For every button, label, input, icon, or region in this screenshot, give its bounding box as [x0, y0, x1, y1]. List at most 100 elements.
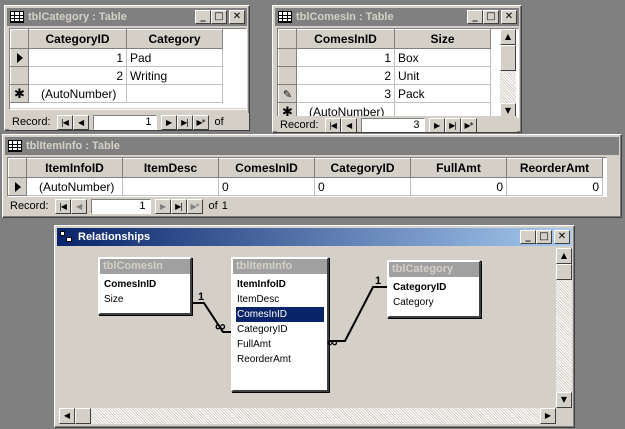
field-list-category[interactable]: tblCategory CategoryID Category — [387, 260, 481, 318]
field-item[interactable]: ItemDesc — [236, 292, 324, 307]
iteminfo-title-bar[interactable]: tblItemInfo : Table — [5, 137, 619, 155]
first-record-button[interactable]: |◀ — [324, 117, 341, 132]
column-header-comesinid[interactable]: ComesInID — [296, 29, 395, 49]
table-row[interactable]: 1 Pad — [10, 48, 223, 67]
cell[interactable]: 0 — [218, 177, 315, 196]
column-header-categoryid[interactable]: CategoryID — [314, 158, 411, 178]
cell[interactable]: Unit — [394, 66, 491, 85]
cell[interactable]: 2 — [28, 66, 127, 85]
field-item[interactable]: ItemInfoID — [236, 277, 324, 292]
last-record-button[interactable]: ▶| — [444, 117, 461, 132]
select-all-corner[interactable] — [8, 158, 27, 178]
horizontal-scrollbar[interactable]: ◀ ▶ — [59, 408, 556, 424]
category-title-bar[interactable]: tblCategory : Table _ □ ✕ — [7, 8, 247, 26]
record-selector[interactable]: ✱ — [10, 84, 29, 103]
scroll-up-button[interactable]: ▲ — [556, 248, 572, 264]
cell[interactable]: 0 — [410, 177, 507, 196]
vertical-scrollbar[interactable]: ▲ ▼ — [556, 248, 572, 408]
table-row[interactable]: 1 Box — [278, 48, 491, 67]
next-record-button[interactable]: ▶ — [154, 198, 171, 214]
table-row[interactable]: 2 Writing — [10, 66, 223, 85]
column-header-fullamt[interactable]: FullAmt — [410, 158, 507, 178]
cell[interactable]: Box — [394, 48, 491, 67]
scroll-right-button[interactable]: ▶ — [540, 408, 556, 424]
maximize-button[interactable]: □ — [536, 230, 552, 244]
first-record-button[interactable]: |◀ — [54, 198, 71, 214]
cell[interactable] — [126, 84, 223, 103]
scroll-thumb[interactable] — [75, 408, 91, 424]
column-header-comesinid[interactable]: ComesInID — [218, 158, 315, 178]
cell[interactable]: 2 — [296, 66, 395, 85]
vertical-scrollbar[interactable]: ▲ ▼ — [500, 29, 516, 117]
close-button[interactable]: ✕ — [229, 10, 245, 24]
relationships-canvas[interactable]: tblComesIn ComesInID Size tblItemInfo It… — [59, 248, 556, 408]
column-header-category[interactable]: Category — [126, 29, 223, 49]
scroll-up-button[interactable]: ▲ — [500, 29, 516, 45]
first-record-button[interactable]: |◀ — [56, 114, 73, 130]
relationships-title-bar[interactable]: Relationships _ □ ✕ — [57, 228, 572, 246]
new-record-button[interactable]: ▶* — [460, 117, 477, 132]
column-header-size[interactable]: Size — [394, 29, 491, 49]
field-item[interactable]: CategoryID — [236, 322, 324, 337]
record-selector[interactable] — [10, 48, 29, 67]
comesin-title-bar[interactable]: tblComesIn : Table _ □ ✕ — [275, 8, 519, 26]
scroll-down-button[interactable]: ▼ — [556, 392, 572, 408]
record-selector[interactable] — [278, 48, 297, 67]
close-button[interactable]: ✕ — [501, 10, 517, 24]
cell[interactable]: 0 — [506, 177, 603, 196]
field-item[interactable]: Category — [392, 295, 476, 310]
minimize-button[interactable]: _ — [467, 10, 483, 24]
table-row[interactable]: ✱ (AutoNumber) — [10, 84, 223, 103]
cell[interactable]: 1 — [296, 48, 395, 67]
record-number-input[interactable]: 1 — [92, 114, 157, 130]
next-record-button[interactable]: ▶ — [160, 114, 177, 130]
field-item[interactable]: Size — [103, 292, 187, 307]
cell[interactable] — [122, 177, 219, 196]
record-number-input[interactable]: 1 — [90, 198, 151, 214]
field-item[interactable]: FullAmt — [236, 337, 324, 352]
cell[interactable]: 0 — [314, 177, 411, 196]
table-row[interactable]: 2 Unit — [278, 66, 491, 85]
record-selector[interactable] — [278, 66, 297, 85]
next-record-button[interactable]: ▶ — [428, 117, 445, 132]
cell[interactable]: 3 — [296, 84, 395, 103]
select-all-corner[interactable] — [10, 29, 29, 49]
close-button[interactable]: ✕ — [554, 230, 570, 244]
cell[interactable]: 1 — [28, 48, 127, 67]
record-selector[interactable]: ✎ — [278, 84, 297, 103]
last-record-button[interactable]: ▶| — [176, 114, 193, 130]
column-header-categoryid[interactable]: CategoryID — [28, 29, 127, 49]
maximize-button[interactable]: □ — [211, 10, 227, 24]
previous-record-button[interactable]: ◀ — [70, 198, 87, 214]
table-row[interactable]: (AutoNumber) 0 0 0 0 — [8, 177, 603, 196]
scroll-thumb[interactable] — [500, 45, 516, 71]
maximize-button[interactable]: □ — [483, 10, 499, 24]
record-number-input[interactable]: 3 — [360, 117, 425, 132]
minimize-button[interactable]: _ — [520, 230, 536, 244]
cell[interactable]: (AutoNumber) — [28, 84, 127, 103]
column-header-reorderamt[interactable]: ReorderAmt — [506, 158, 603, 178]
record-selector[interactable] — [10, 66, 29, 85]
record-selector[interactable] — [8, 177, 27, 196]
field-list-title[interactable]: tblCategory — [389, 262, 479, 277]
previous-record-button[interactable]: ◀ — [72, 114, 89, 130]
scroll-left-button[interactable]: ◀ — [59, 408, 75, 424]
cell[interactable]: Writing — [126, 66, 223, 85]
new-record-button[interactable]: ▶* — [192, 114, 209, 130]
field-item[interactable]: CategoryID — [392, 280, 476, 295]
cell[interactable]: (AutoNumber) — [26, 177, 123, 196]
field-item[interactable]: ComesInID — [103, 277, 187, 292]
minimize-button[interactable]: _ — [195, 10, 211, 24]
column-header-iteminfoid[interactable]: ItemInfoID — [26, 158, 123, 178]
field-list-iteminfo[interactable]: tblItemInfo ItemInfoID ItemDesc ComesInI… — [231, 257, 329, 392]
new-record-button[interactable]: ▶* — [186, 198, 203, 214]
table-row[interactable]: ✎ 3 Pack — [278, 84, 491, 103]
field-list-title[interactable]: tblItemInfo — [233, 259, 327, 274]
field-item[interactable]: ReorderAmt — [236, 352, 324, 367]
field-list-comesin[interactable]: tblComesIn ComesInID Size — [98, 257, 192, 315]
column-header-itemdesc[interactable]: ItemDesc — [122, 158, 219, 178]
scroll-thumb[interactable] — [556, 264, 572, 280]
field-list-title[interactable]: tblComesIn — [100, 259, 190, 274]
field-item-selected[interactable]: ComesInID — [236, 307, 324, 322]
select-all-corner[interactable] — [278, 29, 297, 49]
